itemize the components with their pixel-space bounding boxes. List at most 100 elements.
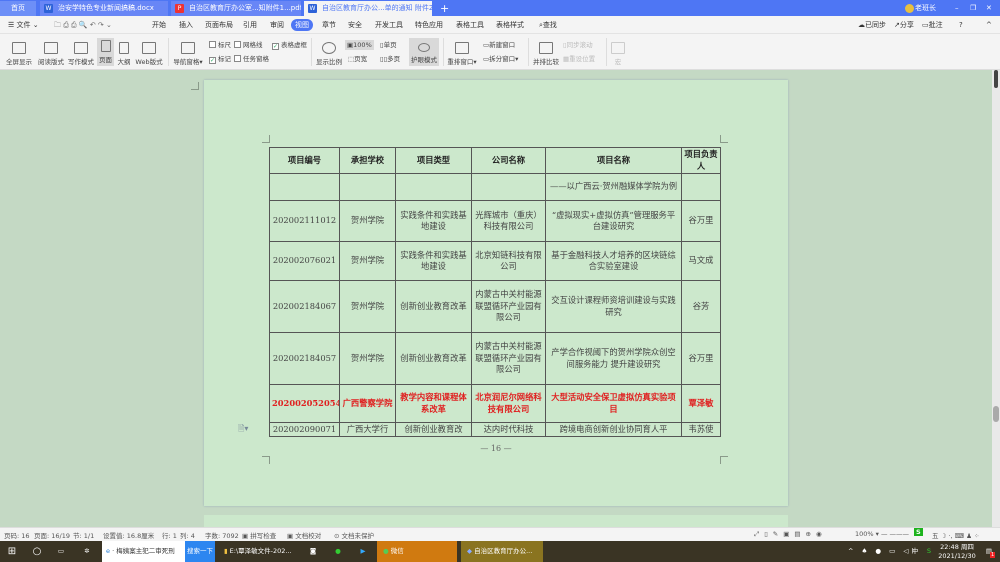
app-green-icon[interactable]: ● (330, 541, 346, 562)
sogou-tray-icon[interactable]: S (924, 541, 934, 562)
side-by-side-button[interactable]: 并排比较 (532, 40, 560, 66)
view-mode-icons[interactable]: ⤢▯✎▣▤⊕◉ (754, 530, 827, 539)
new-window-button[interactable]: ▭新建窗口 (483, 40, 515, 50)
table-gridlines-checkbox[interactable]: ✓ 表格虚框 (272, 40, 307, 50)
spell-check-button[interactable]: ▣ 拼写检查 (242, 530, 276, 540)
cell: 创新创业教育改革 (395, 332, 472, 385)
menu-review[interactable]: 审阅 (266, 19, 288, 31)
menu-start[interactable]: 开始 (148, 19, 170, 31)
taskbar: ⊞ ○ ▭ ✲ e · 梅姨案主犯二审死刑 搜索一下 ▮ E:\覃泽敏文件-20… (0, 541, 1000, 562)
label: 同步滚动 (566, 41, 593, 49)
comment-button[interactable]: ▭批注 (918, 19, 947, 31)
tab-home[interactable]: 首页 (0, 1, 36, 16)
cell: 实践条件和实践基地建设 (395, 200, 472, 242)
arrange-window-button[interactable]: 重排窗口▾ (446, 40, 478, 66)
restore-button[interactable]: ❐ (970, 1, 976, 16)
zoom-100-button[interactable]: ▣100% (345, 40, 374, 50)
checkmark-icon: ✓ (272, 43, 279, 50)
menu-view[interactable]: 视图 (291, 19, 313, 31)
time: 22:48 周四 (940, 543, 974, 551)
zoom-ratio-button[interactable]: 显示比例 (314, 40, 344, 66)
help-button[interactable]: ? (955, 19, 967, 31)
menu-table-tools[interactable]: 表格工具 (452, 19, 488, 31)
menu-bar: ☰ 文件 ⌄ 🗀 ⎙ ⎙ 🔍 ↶ ↷ ⌄ 开始 插入 页面布局 引用 审阅 视图… (0, 16, 1000, 34)
protect-button[interactable]: ⊙ 文档未保护 (334, 530, 374, 540)
user-name[interactable]: 老班长 (905, 1, 936, 16)
macro-button[interactable]: 宏 (609, 40, 627, 66)
outline-button[interactable]: 大纲 (116, 40, 132, 66)
search-go-button[interactable]: 搜索一下 (185, 541, 215, 562)
task-pane-checkbox[interactable]: 任务窗格 (234, 54, 269, 64)
doc-icon[interactable]: 🗎▾ (238, 423, 248, 437)
sogou-ime-icon[interactable]: S (914, 528, 923, 536)
label: 重排窗口 (447, 58, 474, 66)
tab-active-doc[interactable]: W 自治区教育厅办公...单的通知 附件2 (304, 1, 432, 16)
collapse-ribbon-icon[interactable]: ^ (982, 19, 996, 31)
ruler-checkbox[interactable]: 标尺 (209, 40, 231, 50)
close-button[interactable]: ✕ (986, 1, 992, 16)
label: 拆分窗口 (489, 55, 516, 63)
scrollbar-thumb[interactable] (993, 406, 999, 422)
cell (471, 173, 546, 201)
menu-reference[interactable]: 引用 (239, 19, 261, 31)
markup-checkbox[interactable]: ✓ 标记 (209, 54, 231, 64)
menu-chapter[interactable]: 章节 (318, 19, 340, 31)
share-button[interactable]: ↗分享 (890, 19, 918, 31)
cell: 内蒙古中关村能源联盟循环产业园有限公司 (471, 280, 546, 333)
header-cell: 项目名称 (545, 147, 682, 174)
nav-pane-button[interactable]: 导航窗格▾ (172, 40, 204, 66)
eye-protection-button[interactable]: 护眼模式 (409, 38, 439, 66)
minimize-button[interactable]: – (955, 1, 959, 16)
tab-doc1[interactable]: W 治安学特色专业新闻搞稿.docx (40, 1, 168, 16)
cortana-icon[interactable]: ○ (30, 541, 44, 562)
page-width-button[interactable]: ⬚页宽 (348, 54, 367, 64)
vertical-scrollbar[interactable] (992, 70, 1000, 527)
taskbar-wps[interactable]: ◆ 自治区教育厅办公... (461, 541, 543, 562)
camera-app-icon[interactable]: ◙ (305, 541, 321, 562)
sync-scroll-button[interactable]: ▯同步滚动 (563, 40, 593, 50)
ime-toolbar[interactable]: 五 ☽ ·, ⌨ ♟ ⁘ (932, 530, 979, 540)
taskbar-wechat[interactable]: ● 微信 (377, 541, 457, 562)
divider (168, 38, 169, 66)
search-button[interactable]: ⌕查找 (535, 19, 561, 31)
corner-mark (191, 82, 199, 90)
split-window-button[interactable]: ▭拆分窗口▾ (483, 54, 518, 64)
single-page-button[interactable]: ▯单页 (380, 40, 397, 50)
task-view-icon[interactable]: ▭ (54, 541, 68, 562)
system-tray-icons[interactable]: ^ ♠ ● ▭ ◁) (848, 541, 914, 562)
read-mode-button[interactable]: 阅读版式 (36, 40, 66, 66)
browser-search-box[interactable]: e · 梅姨案主犯二审死刑 (102, 541, 185, 562)
label: 导航窗格 (173, 58, 200, 66)
reset-position-button[interactable]: ▦重设位置 (563, 54, 595, 64)
label: 网格线 (243, 41, 263, 49)
tab-pdf[interactable]: P 自治区教育厅办公室...知附件1...pdf (171, 1, 301, 16)
menu-dev-tools[interactable]: 开发工具 (371, 19, 407, 31)
zoom-level[interactable]: 100% ▾ — ——— (855, 530, 909, 538)
taskbar-explorer[interactable]: ▮ E:\覃泽敏文件-202... (220, 541, 300, 562)
video-app-icon[interactable]: ▶ (355, 541, 371, 562)
menu-security[interactable]: 安全 (344, 19, 366, 31)
ime-indicator[interactable]: 中 (910, 541, 920, 562)
menu-features[interactable]: 特色应用 (411, 19, 447, 31)
menu-layout[interactable]: 页面布局 (201, 19, 237, 31)
label: Web版式 (135, 58, 163, 66)
notification-icon[interactable]: ▤ 1 (982, 541, 996, 562)
page-view-button[interactable]: 页面 (97, 38, 114, 66)
quick-access-icons[interactable]: 🗀 ⎙ ⎙ 🔍 ↶ ↷ ⌄ (50, 19, 116, 31)
wps-icon: ◆ (467, 547, 472, 555)
write-mode-button[interactable]: 写作模式 (66, 40, 96, 66)
web-layout-button[interactable]: Web版式 (134, 40, 164, 66)
clock[interactable]: 22:48 周四 2021/12/30 (937, 541, 977, 562)
gridlines-checkbox[interactable]: 网格线 (234, 40, 263, 50)
file-menu[interactable]: ☰ 文件 ⌄ (4, 19, 43, 31)
menu-table-style[interactable]: 表格样式 (492, 19, 528, 31)
multi-page-button[interactable]: ▯▯多页 (380, 54, 400, 64)
new-tab-button[interactable]: + (436, 1, 452, 16)
windows-start-icon[interactable]: ⊞ (4, 541, 20, 562)
divider (311, 38, 312, 66)
menu-insert[interactable]: 插入 (175, 19, 197, 31)
fullscreen-button[interactable]: 全屏显示 (4, 40, 34, 66)
proofread-button[interactable]: ▣ 文档校对 (287, 530, 321, 540)
sync-button[interactable]: ☁已同步 (854, 19, 890, 31)
app-icon[interactable]: ✲ (80, 541, 94, 562)
